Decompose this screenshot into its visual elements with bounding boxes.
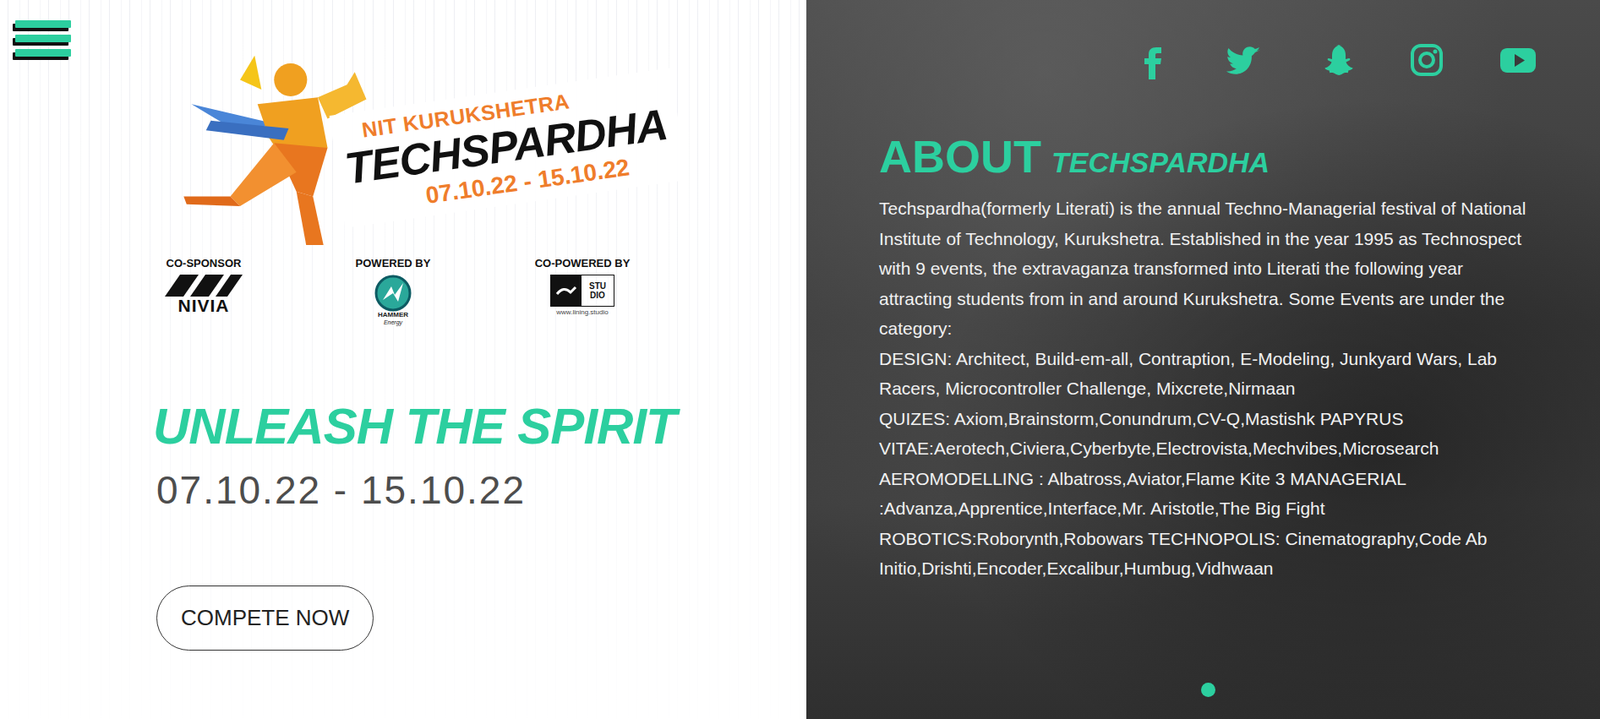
carousel-dot[interactable] bbox=[1201, 682, 1216, 698]
logo-wordmark: NIT KURUKSHETRATECHSPARDHA07.10.22 - 15.… bbox=[329, 67, 688, 229]
lining-swoosh-icon bbox=[553, 282, 578, 300]
cta-wrap: COMPETE NOW bbox=[0, 585, 807, 651]
instagram-icon[interactable] bbox=[1407, 40, 1447, 80]
hammer-sub: Energy bbox=[383, 319, 403, 326]
event-logo: NIT KURUKSHETRATECHSPARDHA07.10.22 - 15.… bbox=[0, 43, 807, 252]
compete-button[interactable]: COMPETE NOW bbox=[156, 585, 374, 651]
sponsor: POWERED BY HAMMEREnergy bbox=[308, 256, 478, 326]
studio-word: STU bbox=[589, 281, 607, 292]
menu-bar bbox=[15, 34, 71, 43]
hammer-logo: HAMMEREnergy bbox=[374, 274, 412, 326]
nivia-logo: NIVIA bbox=[164, 274, 243, 315]
about-heading: ABOUT TECHSPARDHA bbox=[879, 131, 1538, 182]
hero-panel: NIT KURUKSHETRATECHSPARDHA07.10.22 - 15.… bbox=[0, 0, 807, 719]
about-panel: ABOUT TECHSPARDHA Techspardha(formerly Lit… bbox=[806, 0, 1600, 719]
nivia-mark-icon bbox=[164, 274, 243, 297]
sponsor-label: CO-POWERED BY bbox=[535, 256, 631, 270]
sponsor-row: CO-SPONSOR NIVIA POWERED BY HAMMEREnergy CO-… bbox=[0, 256, 807, 326]
twitter-icon[interactable] bbox=[1224, 40, 1264, 80]
hammer-word: HAMMER bbox=[377, 311, 409, 320]
studio-word: DIO bbox=[589, 290, 606, 301]
tagline: UNLEASH THE SPIRIT bbox=[0, 396, 807, 458]
event-dates: 07.10.22 - 15.10.22 bbox=[0, 469, 807, 513]
lining-row: STUDIO bbox=[550, 274, 615, 307]
youtube-icon[interactable] bbox=[1498, 40, 1538, 80]
lining-mark-icon bbox=[550, 274, 581, 307]
hammer-mark-icon bbox=[374, 274, 412, 312]
sponsor: CO-SPONSOR NIVIA bbox=[119, 256, 289, 326]
snapchat-icon[interactable] bbox=[1316, 40, 1355, 80]
nivia-word: NIVIA bbox=[177, 296, 230, 315]
about-text: Techspardha(formerly Literati) is the an… bbox=[879, 193, 1538, 585]
about-paragraph: Techspardha(formerly Literati) is the an… bbox=[879, 193, 1538, 345]
facebook-icon[interactable] bbox=[1133, 40, 1173, 80]
studio-box: STUDIO bbox=[580, 274, 615, 307]
menu-bar bbox=[15, 20, 71, 28]
sponsor: CO-POWERED BYSTUDIOwww.lining.studio bbox=[497, 256, 667, 326]
lining-url: www.lining.studio bbox=[556, 308, 608, 317]
menu-bar bbox=[15, 49, 71, 57]
menu-icon[interactable] bbox=[15, 20, 71, 57]
about-paragraph: QUIZES: Axiom,Brainstorm,Conundrum,CV-Q,… bbox=[879, 404, 1538, 585]
about-paragraph: DESIGN: Architect, Build-em-all, Contrap… bbox=[879, 344, 1538, 405]
carousel-dots bbox=[879, 682, 1538, 698]
social-links bbox=[879, 40, 1538, 80]
sponsor-label: POWERED BY bbox=[355, 256, 432, 270]
lining-logo: STUDIOwww.lining.studio bbox=[550, 274, 615, 317]
about-title: ABOUT bbox=[879, 131, 1042, 182]
about-title-accent: TECHSPARDHA bbox=[1051, 146, 1270, 180]
sponsor-label: CO-SPONSOR bbox=[166, 256, 242, 270]
